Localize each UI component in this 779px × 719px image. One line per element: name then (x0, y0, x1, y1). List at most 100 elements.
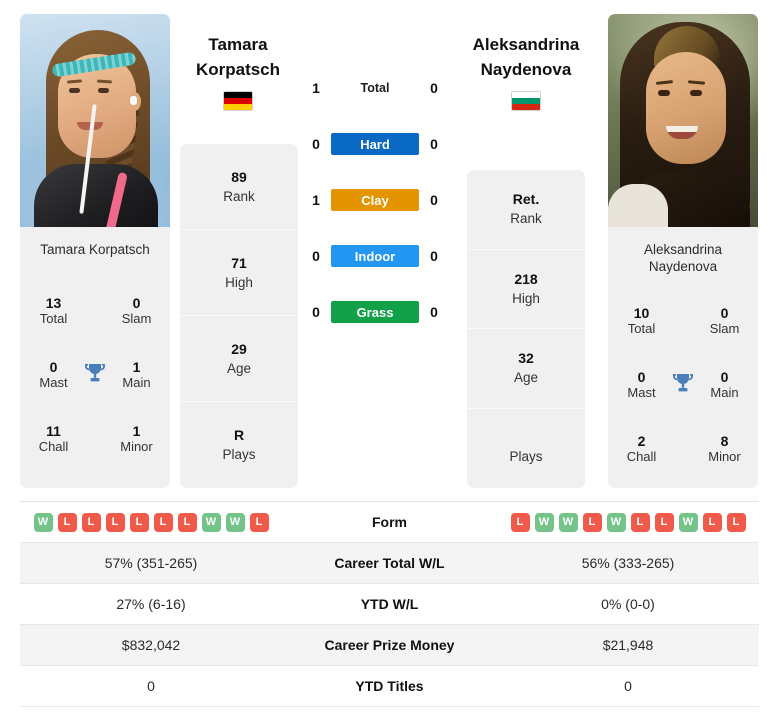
h2h-bar-total: Total (360, 81, 390, 95)
titles-mast-value-left: 0 (49, 359, 58, 375)
titles-total-right: 10 Total (614, 305, 669, 337)
titles-minor-value-right: 8 (720, 433, 729, 449)
form-badge-loss[interactable]: L (177, 512, 197, 532)
stat-box-plays-right: Plays (467, 409, 585, 489)
h2h-left-count-indoor: 0 (312, 248, 320, 264)
stat-label-rank-left: Rank (223, 188, 255, 204)
h2h-right-count-hard: 0 (430, 136, 438, 152)
form-badge-loss[interactable]: L (153, 512, 173, 532)
titles-chall-value-left: 11 (46, 423, 61, 439)
titles-grid-left: 13 Total 0 Slam 0 Mast 1 Main 11 Chall 1… (20, 275, 170, 471)
stat-box-plays-left: R Plays (180, 402, 298, 488)
stat-label-rank-right: Rank (510, 211, 542, 227)
titles-row-total-slam-left: 13 Total 0 Slam (26, 279, 164, 343)
form-badge-loss[interactable]: L (630, 512, 650, 532)
titles-chall-label-left: Chall (38, 439, 69, 454)
table-cell-left-form: WLLLLLLWWL (20, 512, 282, 532)
stat-value-age-right: 32 (518, 350, 534, 367)
form-badge-loss[interactable]: L (654, 512, 674, 532)
table-cell-right-ytd-titles: 0 (624, 678, 632, 694)
h2h-bar-hard: Hard (331, 133, 419, 155)
form-badge-loss[interactable]: L (105, 512, 125, 532)
player-comparison-area: Tamara Korpatsch 13 Total 0 Slam 0 Mast (0, 0, 779, 492)
titles-mast-value-right: 0 (637, 369, 646, 385)
table-row-career-prize-money: $832,042 Career Prize Money $21,948 (20, 625, 759, 666)
titles-row-chall-minor-left: 11 Chall 1 Minor (26, 407, 164, 471)
table-label-career-total-w-l: Career Total W/L (334, 555, 445, 571)
titles-total-label-right: Total (627, 321, 656, 336)
h2h-right-count-clay: 0 (430, 192, 438, 208)
form-badge-win[interactable]: W (201, 512, 221, 532)
player-photo-name-right-line1: Aleksandrina (643, 242, 723, 257)
table-cell-left-ytd-w-l: 27% (6-16) (116, 596, 186, 612)
form-badge-loss[interactable]: L (57, 512, 77, 532)
titles-main-label-right: Main (710, 385, 739, 400)
form-badge-loss[interactable]: L (129, 512, 149, 532)
stat-value-rank-right: Ret. (512, 191, 540, 208)
titles-main-label-left: Main (122, 375, 151, 390)
titles-minor-right: 8 Minor (697, 433, 752, 465)
form-badge-loss[interactable]: L (81, 512, 101, 532)
form-badge-loss[interactable]: L (510, 512, 530, 532)
player-name-header-right: Aleksandrina Naydenova (446, 32, 606, 111)
form-badge-loss[interactable]: L (726, 512, 746, 532)
form-badge-loss[interactable]: L (582, 512, 602, 532)
titles-slam-value-left: 0 (132, 295, 141, 311)
h2h-right-count-total: 0 (430, 80, 438, 96)
titles-chall-label-right: Chall (626, 449, 657, 464)
titles-row-chall-minor-right: 2 Chall 8 Minor (614, 417, 752, 481)
portrait-illustration-left (20, 14, 170, 227)
table-label-career-prize-money: Career Prize Money (324, 637, 455, 653)
table-cell-left-ytd-titles: 0 (147, 678, 155, 694)
flag-icon-germany (223, 91, 253, 111)
table-row-ytd-titles: 0 YTD Titles 0 (20, 666, 759, 707)
titles-total-label-left: Total (39, 311, 68, 326)
titles-total-left: 13 Total (26, 295, 81, 327)
stat-label-high-right: High (512, 290, 540, 306)
table-cell-right-form: LWWLWLLWLL (497, 512, 759, 532)
portrait-illustration-right (608, 14, 758, 227)
h2h-row-clay: 1 Clay 0 (305, 172, 445, 228)
flag-icon-bulgaria (511, 91, 541, 111)
titles-slam-right: 0 Slam (697, 305, 752, 337)
stat-label-high-left: High (225, 274, 253, 290)
stat-box-high-right: 218 High (467, 250, 585, 329)
titles-chall-right: 2 Chall (614, 433, 669, 465)
form-badge-win[interactable]: W (558, 512, 578, 532)
h2h-bar-clay: Clay (331, 189, 419, 211)
table-cell-left-career-prize-money: $832,042 (121, 637, 181, 653)
titles-slam-left: 0 Slam (109, 295, 164, 327)
table-label-ytd-w-l: YTD W/L (360, 596, 419, 612)
form-badge-win[interactable]: W (534, 512, 554, 532)
form-strip-right: LWWLWLLWLL (497, 512, 759, 532)
table-row-form: W L L L L L L W W L Form L W W L W L L W L L (20, 502, 759, 543)
form-badge-win[interactable]: W (606, 512, 626, 532)
titles-mast-label-left: Mast (39, 375, 68, 390)
form-badge-loss[interactable]: L (702, 512, 722, 532)
stat-column-right: Ret. Rank 218 High 32 Age Plays (467, 170, 585, 488)
form-badge-win[interactable]: W (33, 512, 53, 532)
form-badge-win[interactable]: W (225, 512, 245, 532)
titles-minor-value-left: 1 (132, 423, 141, 439)
h2h-left-count-hard: 0 (312, 136, 320, 152)
titles-minor-left: 1 Minor (109, 423, 164, 455)
stat-box-high-left: 71 High (180, 230, 298, 316)
titles-minor-label-right: Minor (708, 449, 741, 464)
table-cell-right-career-total-w-l: 56% (333-265) (581, 555, 675, 571)
h2h-left-count-grass: 0 (312, 304, 320, 320)
table-row-career-total-w-l: 57% (351-265) Career Total W/L 56% (333-26… (20, 543, 759, 584)
form-badge-loss[interactable]: L (249, 512, 269, 532)
form-badge-win[interactable]: W (678, 512, 698, 532)
player-name-right-line1: Aleksandrina (472, 35, 580, 54)
titles-main-left: 1 Main (109, 359, 164, 391)
titles-mast-right: 0 Mast (614, 369, 669, 401)
titles-mast-label-right: Mast (627, 385, 656, 400)
titles-chall-left: 11 Chall (26, 423, 81, 455)
titles-grid-right: 10 Total 0 Slam 0 Mast 0 Main 2 Chall 8 … (608, 285, 758, 481)
trophy-icon-right (669, 371, 697, 400)
stat-box-age-left: 29 Age (180, 316, 298, 402)
titles-slam-label-right: Slam (709, 321, 740, 336)
titles-total-value-right: 10 (633, 305, 650, 321)
stat-column-left: 89 Rank 71 High 29 Age R Plays (180, 144, 298, 488)
titles-main-value-left: 1 (132, 359, 141, 375)
